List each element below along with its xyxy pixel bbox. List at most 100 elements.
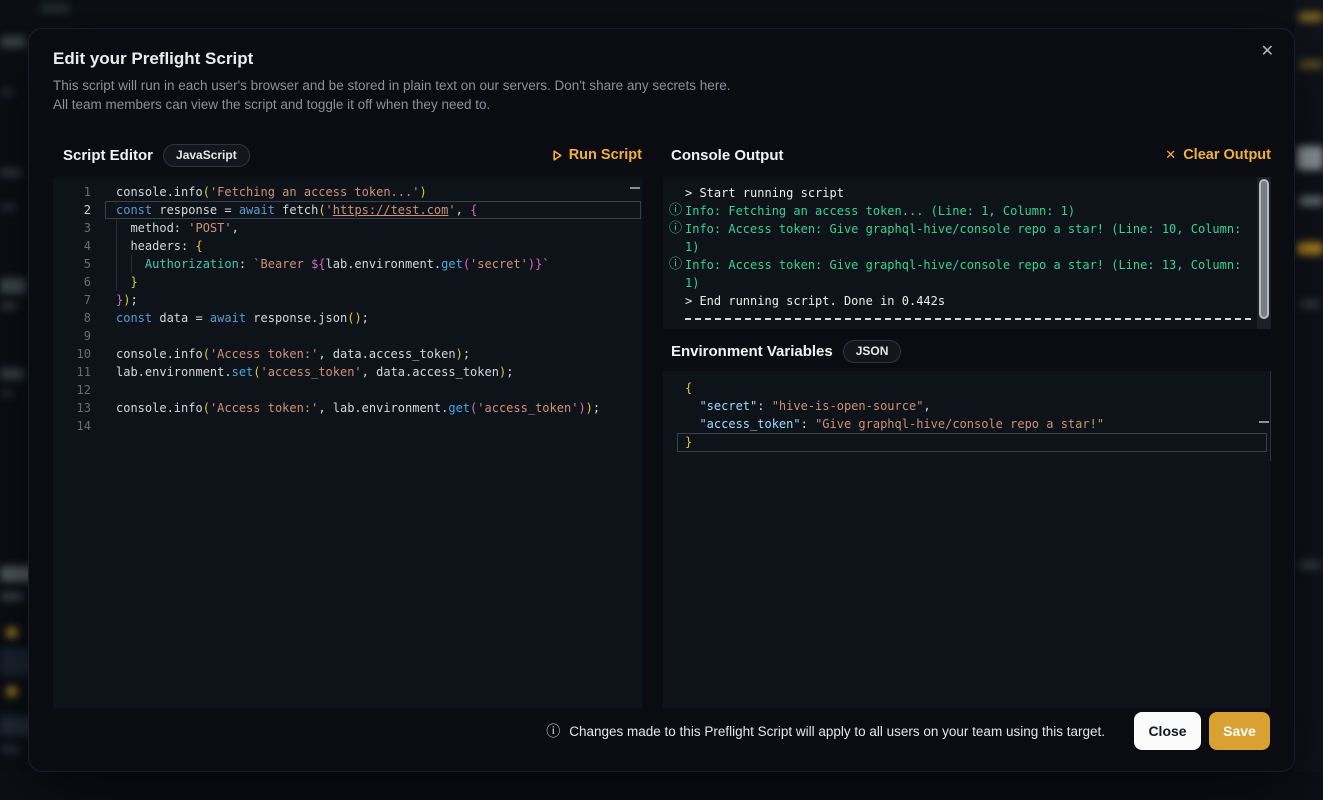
code-token: await bbox=[239, 203, 275, 217]
script-code-area[interactable]: 1console.info('Fetching an access token.… bbox=[53, 177, 642, 708]
play-icon bbox=[553, 150, 562, 161]
code-text: const response = await fetch('https://te… bbox=[116, 201, 477, 219]
line-number: 11 bbox=[53, 363, 91, 381]
backdrop-blob bbox=[0, 88, 14, 96]
code-token: Authorization bbox=[145, 257, 239, 271]
code-token: response = bbox=[152, 203, 239, 217]
code-token: 'Access token:' bbox=[210, 347, 318, 361]
environment-variables-editor[interactable]: { "secret": "hive-is-open-source", "acce… bbox=[663, 371, 1271, 708]
console-log-text: Info: Access token: Give graphql-hive/co… bbox=[685, 222, 1241, 254]
code-line[interactable]: 6 } bbox=[53, 273, 642, 291]
code-line[interactable]: } bbox=[685, 433, 1271, 451]
console-output-title: Console Output bbox=[671, 147, 784, 164]
dialog-title: Edit your Preflight Script bbox=[53, 49, 253, 69]
code-line[interactable]: "access_token": "Give graphql-hive/conso… bbox=[685, 415, 1271, 433]
backdrop-blob bbox=[0, 592, 24, 601]
backdrop-blob bbox=[40, 4, 70, 13]
console-scrollbar-thumb[interactable] bbox=[1259, 179, 1269, 319]
code-line[interactable]: 4 headers: { bbox=[53, 237, 642, 255]
footer-note: ⓘ Changes made to this Preflight Script … bbox=[546, 721, 1105, 741]
code-line[interactable]: 12 bbox=[53, 381, 642, 399]
code-token: ; bbox=[593, 401, 600, 415]
code-token: } bbox=[685, 435, 692, 449]
code-text: "access_token": "Give graphql-hive/conso… bbox=[685, 417, 1104, 431]
code-token: ( bbox=[318, 203, 325, 217]
console-log-entry: > End running script. Done in 0.442s bbox=[669, 292, 1251, 310]
backdrop-blob bbox=[1299, 196, 1323, 206]
code-token: data = bbox=[152, 311, 210, 325]
code-token: ; bbox=[463, 347, 470, 361]
code-line[interactable]: 9 bbox=[53, 327, 642, 345]
console-log-text: > Start running script bbox=[685, 186, 844, 200]
line-number: 10 bbox=[53, 345, 91, 363]
javascript-badge: JavaScript bbox=[163, 144, 250, 167]
code-token: ) bbox=[419, 185, 426, 199]
code-text: console.info('Access token:', data.acces… bbox=[116, 345, 470, 363]
script-editor-panel[interactable]: 1console.info('Fetching an access token.… bbox=[53, 177, 642, 708]
code-token: : bbox=[239, 257, 253, 271]
console-scrollbar[interactable] bbox=[1257, 177, 1271, 329]
code-line[interactable]: 13console.info('Access token:', lab.envi… bbox=[53, 399, 642, 417]
console-log-area: > Start running scriptⓘInfo: Fetching an… bbox=[663, 177, 1271, 329]
code-token: 'access_token' bbox=[261, 365, 362, 379]
code-token: console.info bbox=[116, 185, 203, 199]
console-log-entry: > Start running script bbox=[669, 184, 1251, 202]
code-token: "secret" bbox=[699, 399, 757, 413]
line-number: 3 bbox=[53, 219, 91, 237]
code-token: , bbox=[456, 203, 470, 217]
backdrop-blob bbox=[1299, 12, 1323, 22]
code-token: method: bbox=[116, 221, 188, 235]
code-token: } bbox=[130, 275, 137, 289]
code-line[interactable]: { bbox=[685, 379, 1271, 397]
line-number: 13 bbox=[53, 399, 91, 417]
code-line[interactable]: "secret": "hive-is-open-source", bbox=[685, 397, 1271, 415]
code-token: const bbox=[116, 311, 152, 325]
code-line[interactable]: 10 console.info('Access token:', data.acc… bbox=[53, 345, 642, 363]
code-token: : bbox=[757, 399, 771, 413]
console-output-panel: > Start running scriptⓘInfo: Fetching an… bbox=[663, 177, 1271, 329]
preflight-script-dialog: ✕ Edit your Preflight Script This script… bbox=[28, 28, 1295, 772]
code-token: ; bbox=[130, 293, 137, 307]
code-token: ; bbox=[362, 311, 369, 325]
code-token: 'access_token' bbox=[477, 401, 578, 415]
code-line[interactable]: 7}); bbox=[53, 291, 642, 309]
save-button[interactable]: Save bbox=[1209, 712, 1270, 750]
dialog-description-line2: All team members can view the script and… bbox=[53, 97, 490, 112]
run-script-label: Run Script bbox=[569, 147, 642, 163]
run-script-button[interactable]: Run Script bbox=[553, 147, 642, 163]
backdrop-blob bbox=[0, 203, 16, 211]
code-token: ` bbox=[542, 257, 549, 271]
code-line[interactable]: 2const response = await fetch('https://t… bbox=[53, 201, 642, 219]
indent-guide bbox=[131, 255, 132, 273]
backdrop-blob bbox=[0, 278, 26, 294]
code-line[interactable]: 8const data = await response.json(); bbox=[53, 309, 642, 327]
code-token: { bbox=[685, 381, 692, 395]
backdrop-blob bbox=[0, 368, 24, 380]
code-token: , lab.environment. bbox=[318, 401, 448, 415]
code-text: headers: { bbox=[116, 237, 203, 255]
code-line[interactable]: 14 bbox=[53, 417, 642, 435]
console-log-text: > End running script. Done in 0.442s bbox=[685, 294, 945, 308]
clear-output-button[interactable]: ✕ Clear Output bbox=[1165, 147, 1271, 163]
close-button[interactable]: Close bbox=[1134, 712, 1201, 750]
backdrop-blob bbox=[0, 745, 20, 753]
code-text: lab.environment.set('access_token', data… bbox=[116, 363, 513, 381]
backdrop-blob bbox=[0, 302, 18, 310]
code-line[interactable]: 5 Authorization: `Bearer ${lab.environme… bbox=[53, 255, 642, 273]
line-number: 1 bbox=[53, 183, 91, 201]
line-number: 7 bbox=[53, 291, 91, 309]
overview-ruler-marker bbox=[1259, 421, 1269, 423]
console-log-text: Info: Access token: Give graphql-hive/co… bbox=[685, 258, 1241, 290]
code-token: "access_token" bbox=[699, 417, 800, 431]
console-output-header: Console Output ✕ Clear Output bbox=[671, 143, 1271, 167]
code-line[interactable]: 1console.info('Fetching an access token.… bbox=[53, 183, 642, 201]
code-token: const bbox=[116, 203, 152, 217]
backdrop-right-strip bbox=[1295, 0, 1323, 800]
line-number: 8 bbox=[53, 309, 91, 327]
close-icon[interactable]: ✕ bbox=[1261, 41, 1274, 61]
code-token bbox=[116, 275, 130, 289]
code-line[interactable]: 11 lab.environment.set('access_token', da… bbox=[53, 363, 642, 381]
code-line[interactable]: 3 method: 'POST', bbox=[53, 219, 642, 237]
info-icon: ⓘ bbox=[669, 256, 682, 274]
environment-variables-panel[interactable]: { "secret": "hive-is-open-source", "acce… bbox=[663, 371, 1271, 708]
